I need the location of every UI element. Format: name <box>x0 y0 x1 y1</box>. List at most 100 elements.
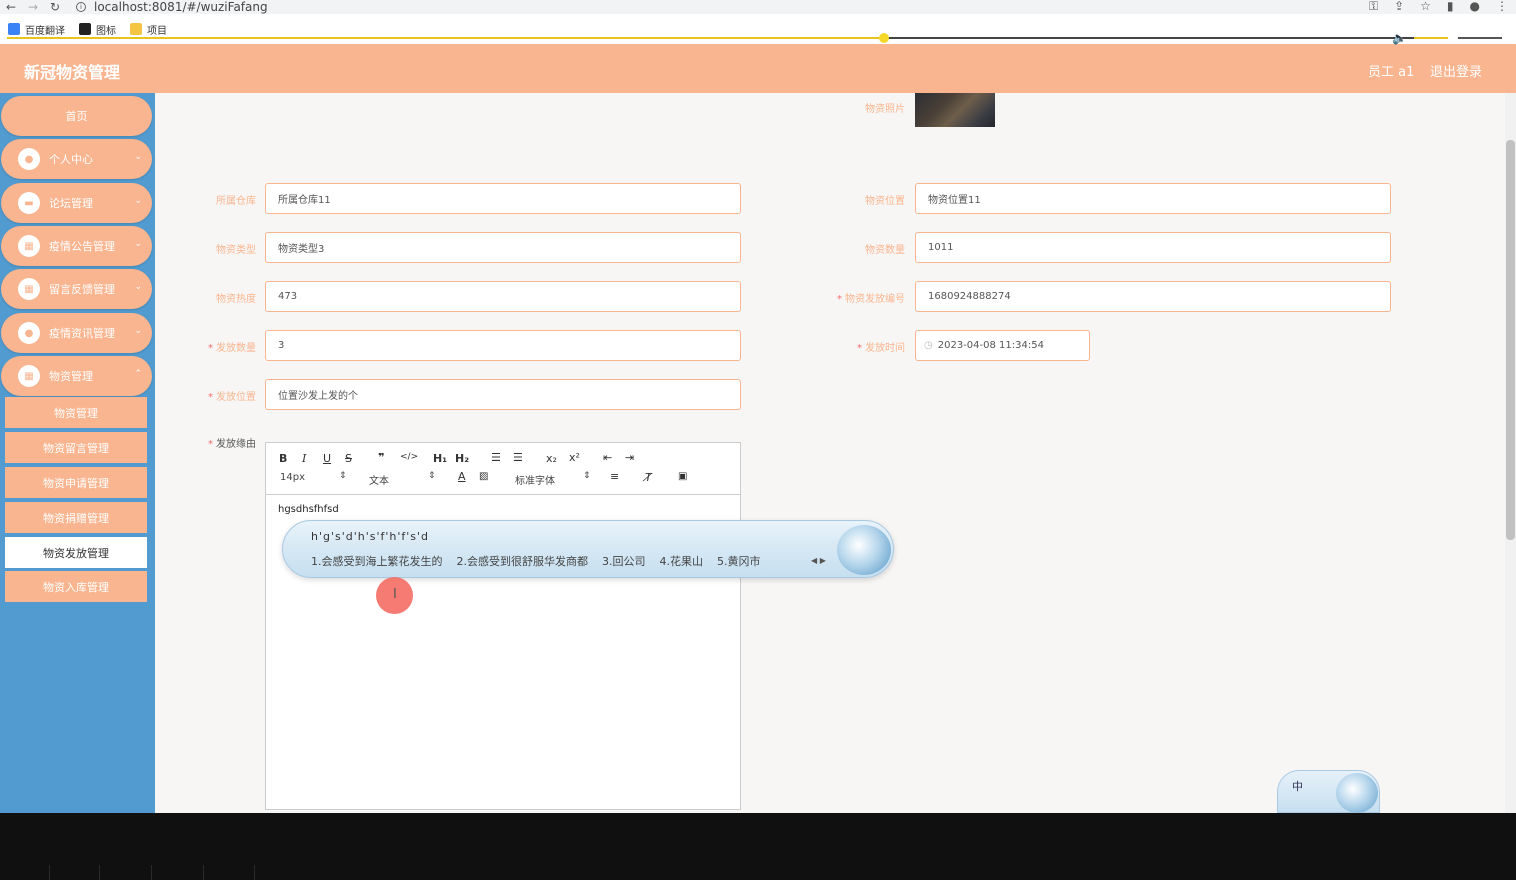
bookmark-translate[interactable]: 百度翻译 <box>8 22 65 37</box>
forward-icon[interactable]: → <box>22 1 44 13</box>
chevron-down-icon: ⌄ <box>134 152 142 162</box>
submenu-item-supply-inbound[interactable]: 物资入库管理 <box>5 571 147 604</box>
italic-icon[interactable]: I <box>302 452 306 465</box>
editor-toolbar: B I U S ❞ </> H₁ H₂ ☰ ☰ x₂ x² ⇤ ⇥ 14px ⇕… <box>266 443 740 495</box>
font-family-select[interactable]: 标准字体 <box>515 472 555 487</box>
location-field[interactable]: 物资位置11 <box>915 183 1391 214</box>
quantity-label: 物资数量 <box>865 245 905 256</box>
ime-candidate-window: h'g's'd'h's'f'h'f's'd 1.会感受到海上繁花发生的 2.会感… <box>282 520 894 578</box>
sidebar-item-label: 疫情公告管理 <box>49 240 115 253</box>
sidebar-item-label: 留言反馈管理 <box>49 283 115 296</box>
issue-time-label: * 发放时间 <box>840 339 905 354</box>
warehouse-field[interactable]: 所属仓库11 <box>265 183 741 214</box>
submenu-item-supply-requests[interactable]: 物资申请管理 <box>5 467 147 500</box>
share-icon[interactable]: ⇪ <box>1394 0 1404 12</box>
heading1-icon[interactable]: H₁ <box>433 452 447 465</box>
chevron-up-icon: ⌃ <box>134 369 142 379</box>
font-size-select[interactable]: 14px <box>280 472 305 483</box>
user-icon: ● <box>18 322 40 344</box>
heading2-icon[interactable]: H₂ <box>455 452 469 465</box>
clear-format-icon[interactable]: T̸ <box>645 471 652 484</box>
bold-icon[interactable]: B <box>279 452 287 465</box>
volume-handle[interactable] <box>1448 33 1458 43</box>
issue-time-picker[interactable]: ◷ 2023-04-08 11:34:54 <box>915 330 1090 361</box>
subscript-icon[interactable]: x₂ <box>546 452 557 465</box>
submenu-item-supply-donations[interactable]: 物资捐赠管理 <box>5 502 147 535</box>
scrollbar-thumb[interactable] <box>1506 140 1515 540</box>
text-cursor-icon: I <box>393 587 397 602</box>
logout-link[interactable]: 退出登录 <box>1430 61 1482 80</box>
code-block-icon[interactable]: </> <box>400 452 418 462</box>
bookmark-project[interactable]: 项目 <box>130 22 167 37</box>
submenu-item-supply-distribution[interactable]: 物资发放管理 <box>5 537 147 570</box>
ime-candidate[interactable]: 3.回公司 <box>602 553 646 569</box>
seek-handle[interactable] <box>879 33 889 43</box>
bookmark-icons[interactable]: 图标 <box>79 22 116 37</box>
player-segment <box>204 865 255 880</box>
sidebar-item-supplies[interactable]: ▦ 物资管理 ⌃ <box>1 356 152 396</box>
issue-qty-label-text: 发放数量 <box>216 343 256 354</box>
heat-field[interactable]: 473 <box>265 281 741 312</box>
bookmark-star-icon[interactable]: ☆ <box>1420 0 1431 12</box>
profile-icon[interactable]: ● <box>1470 0 1480 12</box>
address-bar[interactable]: i localhost:8081/#/wuziFafang <box>76 1 268 13</box>
type-field[interactable]: 物资类型3 <box>265 232 741 263</box>
align-icon[interactable]: ≡ <box>610 470 619 483</box>
issue-qty-field[interactable]: 3 <box>265 330 741 361</box>
submenu-item-supplies[interactable]: 物资管理 <box>5 397 147 430</box>
ordered-list-icon[interactable]: ☰ <box>491 451 501 464</box>
editor-content[interactable]: hgsdhsfhfsd <box>278 504 339 515</box>
quantity-field[interactable]: 1011 <box>915 232 1391 263</box>
ime-status-widget[interactable]: 中 <box>1277 770 1380 813</box>
outdent-icon[interactable]: ⇤ <box>603 451 612 464</box>
insert-image-icon[interactable]: ▣ <box>678 471 687 482</box>
sidebar-item-label: 物资管理 <box>49 370 93 383</box>
sidebar-item-home[interactable]: 首页 <box>1 96 152 136</box>
user-icon: ● <box>18 148 40 170</box>
app-title: 新冠物资管理 <box>24 63 121 82</box>
ime-skin-orb-icon <box>837 525 891 575</box>
menu-icon[interactable]: ⋮ <box>1496 0 1508 12</box>
ime-candidate[interactable]: 1.会感受到海上繁花发生的 <box>311 553 443 569</box>
sidebar-item-profile[interactable]: ● 个人中心 ⌄ <box>1 139 152 179</box>
strikethrough-icon[interactable]: S <box>345 452 352 465</box>
issue-time-label-text: 发放时间 <box>865 343 905 354</box>
sidepanel-icon[interactable]: ▮ <box>1447 0 1454 12</box>
issue-place-field[interactable]: 位置沙发上发的个 <box>265 379 741 410</box>
back-icon[interactable]: ← <box>0 1 22 13</box>
code-field[interactable]: 1680924888274 <box>915 281 1391 312</box>
sidebar-item-forum[interactable]: ▬ 论坛管理 ⌄ <box>1 183 152 223</box>
background-color-icon[interactable]: ▨ <box>479 471 488 482</box>
ime-page-arrows-icon[interactable]: ◀ ▶ <box>811 556 826 565</box>
briefcase-icon: ▬ <box>18 192 40 214</box>
bullet-list-icon[interactable]: ☰ <box>513 451 523 464</box>
issue-qty-label: * 发放数量 <box>190 339 256 354</box>
underline-icon[interactable]: U <box>323 452 331 465</box>
ime-candidate[interactable]: 4.花果山 <box>660 553 704 569</box>
reload-icon[interactable]: ↻ <box>44 1 66 13</box>
submenu-label: 物资入库管理 <box>43 580 109 594</box>
font-color-icon[interactable]: A <box>458 470 466 483</box>
bookmark-label: 图标 <box>96 25 116 37</box>
bookmark-label: 百度翻译 <box>25 25 65 37</box>
key-icon[interactable]: ⚿ <box>1369 0 1378 12</box>
sidebar-item-feedback[interactable]: ▦ 留言反馈管理 ⌄ <box>1 269 152 309</box>
required-mark: * <box>208 392 213 403</box>
ime-candidate[interactable]: 2.会感受到很舒服华发商都 <box>457 553 589 569</box>
text-style-select[interactable]: 文本 <box>369 472 389 487</box>
sidebar-item-announcements[interactable]: ▦ 疫情公告管理 ⌄ <box>1 226 152 266</box>
volume-icon[interactable]: 🔈 <box>1392 31 1407 45</box>
indent-icon[interactable]: ⇥ <box>625 451 634 464</box>
browser-toolbar: ← → ↻ i localhost:8081/#/wuziFafang ⚿ ⇪ … <box>0 0 1516 14</box>
submenu-label: 物资发放管理 <box>43 546 109 560</box>
sidebar-item-news[interactable]: ● 疫情资讯管理 ⌄ <box>1 313 152 353</box>
chevron-down-icon: ⌄ <box>134 326 142 336</box>
blockquote-icon[interactable]: ❞ <box>378 451 384 464</box>
superscript-icon[interactable]: x² <box>569 451 580 464</box>
reason-editor[interactable]: B I U S ❞ </> H₁ H₂ ☰ ☰ x₂ x² ⇤ ⇥ 14px ⇕… <box>265 442 741 810</box>
site-info-icon[interactable]: i <box>76 2 86 12</box>
ime-candidate[interactable]: 5.黄冈市 <box>717 553 761 569</box>
chevron-down-icon: ⌄ <box>134 282 142 292</box>
warehouse-value: 所属仓库11 <box>278 195 331 206</box>
submenu-item-supply-messages[interactable]: 物资留言管理 <box>5 432 147 465</box>
